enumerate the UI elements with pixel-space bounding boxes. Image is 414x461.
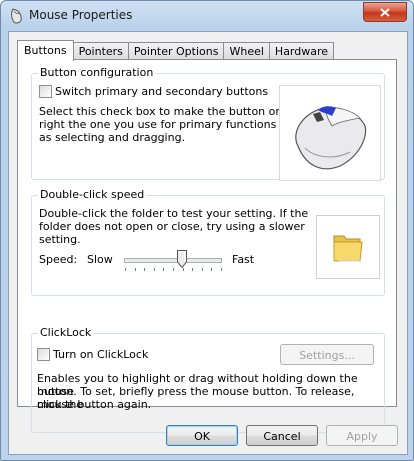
slider-tick (144, 268, 146, 271)
ok-button[interactable]: OK (166, 425, 238, 446)
slider-tick (125, 268, 126, 271)
clicklock-settings-button[interactable]: Settings... (280, 344, 374, 365)
button-config-description-line-3: as selecting and dragging. (39, 131, 186, 144)
double-click-speed-group: Double-click speed Double-click the fold… (31, 188, 385, 296)
double-click-speed-slider-track[interactable] (124, 258, 222, 263)
dialog-client-area: Buttons Pointers Pointer Options Wheel H… (8, 31, 408, 455)
tab-pointer-options[interactable]: Pointer Options (127, 42, 225, 60)
tab-strip: Buttons Pointers Pointer Options Wheel H… (17, 40, 335, 61)
cancel-button[interactable]: Cancel (246, 425, 318, 446)
mouse-app-icon (11, 8, 22, 24)
slider-tick (153, 268, 155, 271)
double-click-speed-label: Double-click speed (38, 188, 147, 201)
double-click-speed-slider-thumb[interactable] (176, 250, 187, 268)
button-configuration-group: Button configuration Switch primary and … (31, 66, 385, 181)
folder-icon (333, 235, 363, 262)
slider-tick (201, 268, 203, 271)
speed-label: Speed: (39, 253, 78, 266)
tab-pointers[interactable]: Pointers (72, 42, 129, 60)
double-click-description-line-2: folder does not open or close, try using… (39, 220, 305, 233)
apply-button[interactable]: Apply (326, 425, 398, 446)
slider-tick (173, 268, 174, 271)
switch-buttons-checkbox[interactable] (39, 85, 52, 98)
button-configuration-label: Button configuration (38, 66, 156, 79)
double-click-description-line-1: Double-click the folder to test your set… (39, 207, 309, 220)
clicklock-contents: Turn on ClickLock Settings... Enables yo… (30, 333, 382, 413)
mouse-properties-window: Mouse Properties Buttons Pointers Pointe… (0, 0, 414, 461)
window-title: Mouse Properties (29, 8, 133, 22)
slider-tick (134, 268, 136, 271)
clicklock-checkbox[interactable] (37, 348, 50, 361)
clicklock-description-line-3: mouse button again. (37, 398, 152, 411)
button-config-description-line-1: Select this check box to make the button… (39, 105, 304, 118)
slider-tick (221, 268, 222, 271)
slider-tick (211, 268, 213, 271)
tab-buttons[interactable]: Buttons (17, 40, 74, 61)
tab-wheel[interactable]: Wheel (223, 42, 270, 60)
test-folder-area[interactable] (316, 215, 380, 279)
mouse-illustration (279, 85, 381, 181)
close-button[interactable] (363, 2, 407, 22)
clicklock-checkbox-label[interactable]: Turn on ClickLock (53, 348, 148, 361)
slider-tick (192, 268, 194, 271)
button-config-description-line-2: right the one you use for primary functi… (39, 118, 306, 131)
slider-tick (182, 268, 184, 271)
close-icon (380, 7, 390, 17)
double-click-description-line-3: setting. (39, 233, 81, 246)
tab-hardware[interactable]: Hardware (268, 42, 335, 60)
switch-buttons-label[interactable]: Switch primary and secondary buttons (55, 85, 268, 98)
mouse-image-icon (295, 106, 367, 170)
slow-label: Slow (87, 253, 113, 266)
slider-tick (163, 268, 165, 271)
fast-label: Fast (232, 253, 255, 266)
title-bar[interactable]: Mouse Properties (1, 1, 413, 31)
